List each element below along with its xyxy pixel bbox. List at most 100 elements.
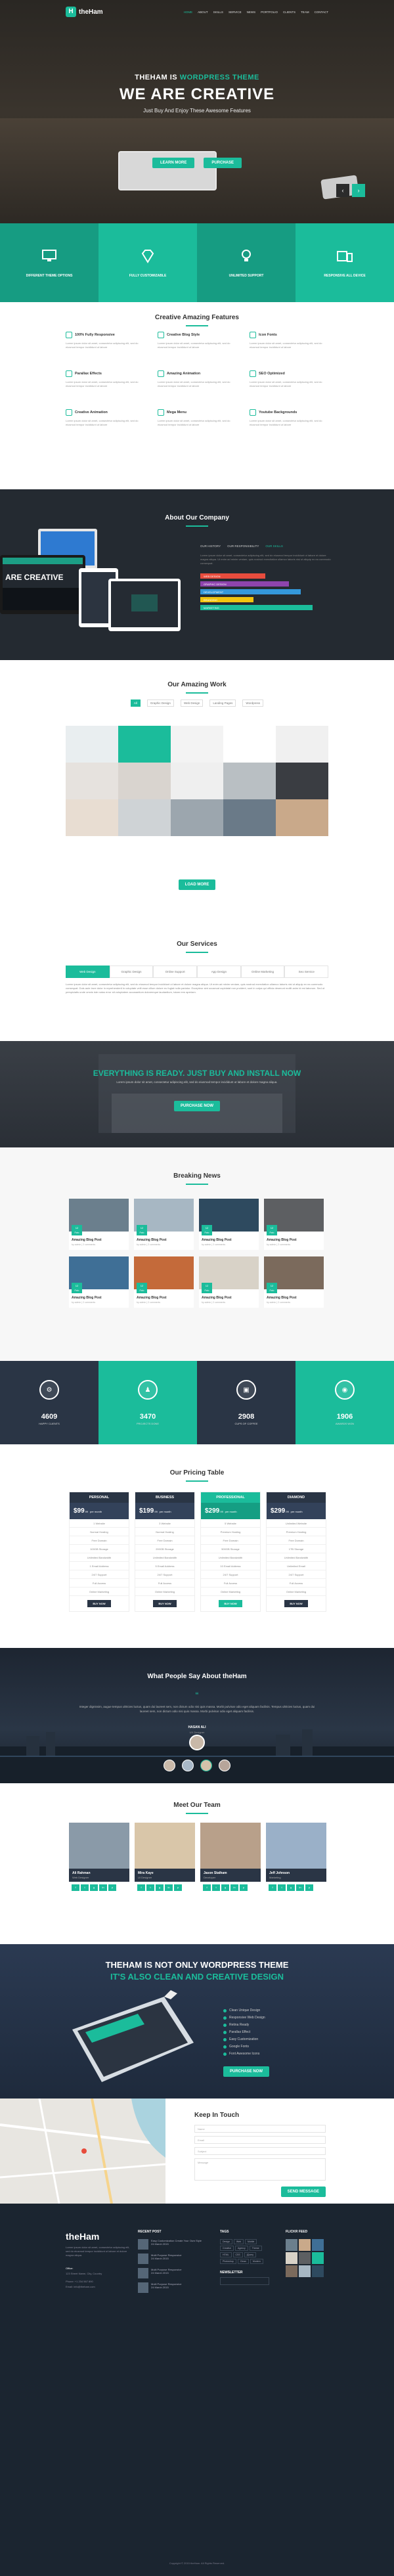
social-icon[interactable]: f — [137, 1884, 145, 1891]
flickr-thumb[interactable] — [299, 2252, 311, 2264]
portfolio-item[interactable] — [223, 799, 276, 836]
portfolio-item[interactable] — [171, 726, 223, 763]
message-field[interactable]: Message — [194, 2158, 326, 2181]
social-icon[interactable]: t — [146, 1884, 154, 1891]
social-icon[interactable]: g — [156, 1884, 164, 1891]
flickr-thumb[interactable] — [299, 2239, 311, 2251]
service-tab-graphic-design[interactable]: Graphic Design — [109, 966, 154, 978]
social-icon[interactable]: p — [240, 1884, 248, 1891]
location-map[interactable] — [0, 2099, 165, 2204]
social-icon[interactable]: g — [287, 1884, 295, 1891]
footer-post[interactable]: Easy Customization Create Your Own Style… — [138, 2239, 202, 2250]
social-icon[interactable]: t — [81, 1884, 89, 1891]
footer-post[interactable]: Multi Purpose Responsive 24 March 2015 — [138, 2268, 181, 2278]
social-icon[interactable]: in — [230, 1884, 238, 1891]
portfolio-item[interactable] — [223, 726, 276, 763]
newsletter-input[interactable] — [220, 2277, 269, 2285]
avatar[interactable] — [200, 1760, 212, 1771]
buy-now-button[interactable]: BUY NOW — [153, 1600, 177, 1607]
avatar[interactable] — [219, 1760, 230, 1771]
news-card[interactable]: 12 Feb Amazing Blog Post by admin | 2 comme… — [199, 1199, 259, 1250]
promo-purchase-button[interactable]: PURCHASE NOW — [223, 2066, 270, 2077]
avatar[interactable] — [164, 1760, 175, 1771]
nav-item-contact[interactable]: Contact — [315, 11, 328, 14]
buy-now-button[interactable]: BUY NOW — [219, 1600, 242, 1607]
service-tab-app-design[interactable]: App Design — [197, 966, 241, 978]
footer-tag[interactable]: CSS — [232, 2252, 243, 2257]
portfolio-item[interactable] — [223, 763, 276, 799]
service-tab-seo-service[interactable]: Seo Service — [284, 966, 329, 978]
flickr-thumb[interactable] — [312, 2239, 324, 2251]
filter-tab-wordpress[interactable]: Wordpress — [242, 700, 264, 707]
tab-our-skills[interactable]: Our Skills — [265, 544, 283, 548]
social-icon[interactable]: g — [90, 1884, 98, 1891]
service-tab-web-design[interactable]: Web Design — [66, 966, 110, 978]
footer-tag[interactable]: jQuery — [244, 2252, 257, 2257]
footer-tag[interactable]: Photoshop — [220, 2259, 236, 2264]
social-icon[interactable]: g — [221, 1884, 229, 1891]
portfolio-item[interactable] — [118, 763, 171, 799]
portfolio-item[interactable] — [118, 799, 171, 836]
news-card[interactable]: 12 Feb Amazing Blog Post by admin | 2 comme… — [69, 1256, 129, 1308]
flickr-thumb[interactable] — [299, 2265, 311, 2277]
portfolio-item[interactable] — [276, 763, 328, 799]
footer-tag[interactable]: Design — [220, 2239, 232, 2244]
portfolio-item[interactable] — [66, 763, 118, 799]
purchase-button[interactable]: PURCHASE — [204, 158, 242, 168]
footer-tag[interactable]: HTML — [220, 2252, 232, 2257]
flickr-thumb[interactable] — [286, 2239, 297, 2251]
buy-now-button[interactable]: BUY NOW — [87, 1600, 111, 1607]
name-field[interactable]: Name — [194, 2125, 326, 2133]
service-tab-online-support[interactable]: Online Support — [153, 966, 198, 978]
flickr-thumb[interactable] — [286, 2252, 297, 2264]
nav-item-about[interactable]: About — [198, 11, 208, 14]
flickr-thumb[interactable] — [312, 2252, 324, 2264]
footer-tag[interactable]: Web — [233, 2239, 244, 2244]
flickr-thumb[interactable] — [312, 2265, 324, 2277]
portfolio-item[interactable] — [171, 763, 223, 799]
news-card[interactable]: 12 Feb Amazing Blog Post by admin | 2 comme… — [134, 1256, 194, 1308]
nav-item-clients[interactable]: Clients — [283, 11, 296, 14]
flickr-thumb[interactable] — [286, 2265, 297, 2277]
footer-post[interactable]: Multi Purpose Responsive 24 March 2015 — [138, 2254, 181, 2264]
news-card[interactable]: 12 Feb Amazing Blog Post by admin | 2 comme… — [69, 1199, 129, 1250]
filter-tab-web-design[interactable]: Web Design — [180, 700, 204, 707]
news-card[interactable]: 12 Feb Amazing Blog Post by admin | 2 comme… — [134, 1199, 194, 1250]
subject-field[interactable]: Subject — [194, 2147, 326, 2155]
brand-logo[interactable]: H theHam — [66, 7, 103, 17]
portfolio-item[interactable] — [276, 726, 328, 763]
social-icon[interactable]: p — [305, 1884, 313, 1891]
nav-item-team[interactable]: Team — [301, 11, 309, 14]
cta-purchase-button[interactable]: PURCHASE NOW — [173, 1101, 220, 1111]
news-card[interactable]: 12 Feb Amazing Blog Post by admin | 2 comme… — [199, 1256, 259, 1308]
social-icon[interactable]: in — [165, 1884, 173, 1891]
buy-now-button[interactable]: BUY NOW — [284, 1600, 308, 1607]
news-card[interactable]: 12 Feb Amazing Blog Post by admin | 2 comme… — [264, 1199, 324, 1250]
load-more-button[interactable]: LOAD MORE — [178, 879, 216, 890]
nav-item-service[interactable]: Service — [229, 11, 242, 14]
social-icon[interactable]: in — [99, 1884, 107, 1891]
email-field[interactable]: Email — [194, 2136, 326, 2144]
footer-tag[interactable]: Clean — [237, 2259, 249, 2264]
social-icon[interactable]: p — [108, 1884, 116, 1891]
slider-prev-icon[interactable]: ‹ — [336, 184, 349, 197]
nav-item-portfolio[interactable]: Portfolio — [261, 11, 278, 14]
social-icon[interactable]: t — [278, 1884, 286, 1891]
nav-item-home[interactable]: Home — [184, 11, 193, 14]
footer-tag[interactable]: Mobile — [245, 2239, 257, 2244]
social-icon[interactable]: f — [269, 1884, 276, 1891]
portfolio-item[interactable] — [66, 799, 118, 836]
footer-tag[interactable]: Creative — [220, 2246, 234, 2251]
social-icon[interactable]: p — [174, 1884, 182, 1891]
avatar[interactable] — [182, 1760, 194, 1771]
filter-tab-graphic-design[interactable]: Graphic Design — [146, 700, 174, 707]
social-icon[interactable]: f — [72, 1884, 79, 1891]
news-card[interactable]: 12 Feb Amazing Blog Post by admin | 2 comme… — [264, 1256, 324, 1308]
footer-tag[interactable]: Modern — [250, 2259, 263, 2264]
nav-item-skills[interactable]: Skills — [213, 11, 223, 14]
tab-our-history[interactable]: Our History — [200, 544, 221, 548]
send-message-button[interactable]: SEND MESSAGE — [280, 2187, 326, 2197]
social-icon[interactable]: f — [203, 1884, 211, 1891]
footer-tag[interactable]: Theme — [249, 2246, 262, 2251]
slider-next-icon[interactable]: › — [352, 184, 365, 197]
